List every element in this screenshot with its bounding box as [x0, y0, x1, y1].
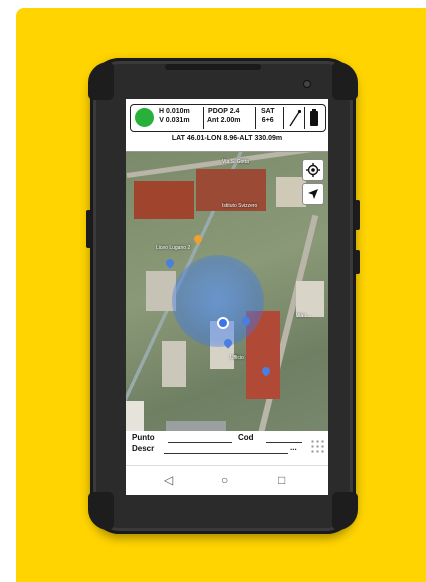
divider	[255, 107, 256, 129]
accuracy-area	[172, 255, 264, 347]
place-label: Liceo Lugano 2	[156, 245, 191, 251]
status-box: H 0.010m V 0.031m PDOP 2.4 Ant 2.00m SAT…	[130, 104, 326, 132]
cod-label: Cod	[238, 433, 254, 442]
building-roof	[162, 341, 186, 387]
poi-marker[interactable]	[192, 233, 204, 245]
current-location-marker	[217, 317, 229, 329]
divider	[283, 107, 284, 129]
street-label: Via L...	[296, 313, 312, 319]
phone-screen: Via S. Gotta Via L... Liceo Lugano 2 Ist…	[126, 99, 328, 495]
volume-button	[86, 210, 91, 248]
pdop-value: PDOP 2.4	[208, 108, 240, 115]
sat-cell: SAT 6+6	[261, 107, 274, 125]
place-label: Ufficio	[230, 355, 244, 361]
descr-label: Descr	[132, 444, 155, 453]
coordinates-readout: LAT 46.01-LON 8.96-ALT 330.09m	[171, 135, 283, 142]
sat-count: 6+6	[261, 117, 274, 124]
descr-input[interactable]	[164, 453, 288, 454]
place-label: Istituto Svizzero	[222, 203, 258, 209]
system-navigation-bar: ◁ ○ □	[126, 465, 328, 495]
navigation-arrow-icon[interactable]	[302, 183, 324, 205]
side-key	[355, 250, 360, 274]
power-button	[355, 200, 360, 230]
fix-status-indicator[interactable]	[135, 108, 154, 127]
poi-marker[interactable]	[164, 257, 176, 269]
pdop-cell: PDOP 2.4 Ant 2.00m	[207, 107, 240, 125]
building-roof	[134, 181, 194, 219]
back-icon[interactable]: ◁	[164, 473, 173, 487]
battery-icon	[309, 109, 319, 132]
recent-apps-icon[interactable]: □	[278, 473, 285, 487]
gps-target-icon[interactable]	[302, 159, 324, 181]
divider	[203, 107, 204, 129]
punto-input[interactable]	[168, 442, 232, 443]
keypad-grid-icon[interactable]	[310, 439, 324, 455]
earpiece-speaker	[165, 64, 261, 70]
punto-label: Punto	[132, 433, 155, 442]
more-options-button[interactable]: ...	[290, 443, 297, 452]
v-precision: V 0.031m	[159, 117, 190, 124]
sat-label: SAT	[261, 108, 275, 115]
antenna-height: Ant 2.00m	[207, 117, 241, 124]
h-precision: H 0.010m	[159, 108, 190, 115]
point-form: Punto Cod Descr ...	[126, 431, 328, 465]
gnss-status-header: H 0.010m V 0.031m PDOP 2.4 Ant 2.00m SAT…	[126, 99, 328, 152]
divider	[304, 107, 305, 129]
building-roof	[296, 281, 324, 317]
home-icon[interactable]: ○	[221, 473, 228, 487]
precision-cell: H 0.010m V 0.031m	[159, 107, 190, 125]
survey-pole-icon[interactable]	[288, 109, 302, 132]
street-label: Via S. Gotta	[222, 159, 249, 165]
front-camera	[303, 80, 311, 88]
